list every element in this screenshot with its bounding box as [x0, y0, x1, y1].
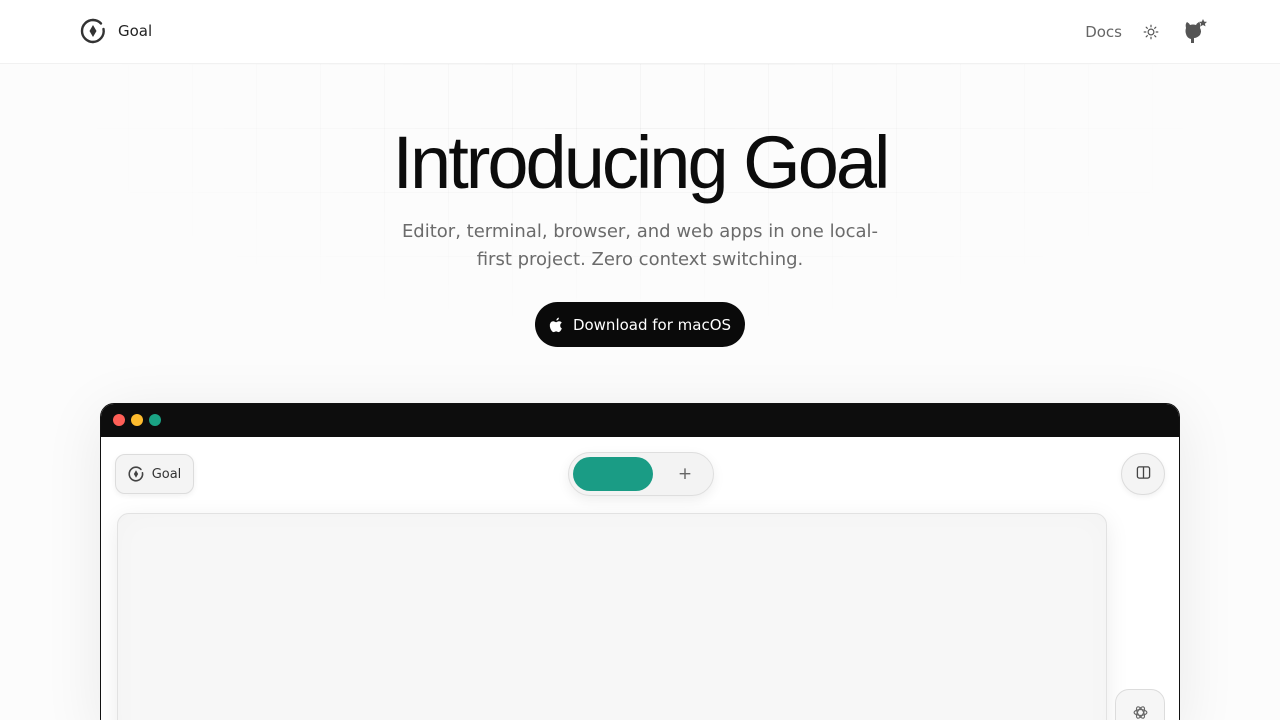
- hero-subtitle: Editor, terminal, browser, and web apps …: [401, 221, 879, 270]
- brand[interactable]: Goal: [80, 18, 152, 44]
- brand-name: Goal: [118, 22, 153, 40]
- minimize-window-dot[interactable]: [131, 414, 143, 426]
- goal-project-chip[interactable]: Goal: [115, 454, 194, 494]
- app-window-preview: Goal +: [100, 403, 1180, 720]
- hero-title: Introducing Goal: [392, 121, 890, 204]
- nav-actions: Docs: [1085, 16, 1208, 48]
- tab-active[interactable]: [573, 457, 653, 491]
- sun-icon[interactable]: [1140, 21, 1162, 43]
- download-macos-button[interactable]: Download for macOS: [535, 302, 745, 347]
- github-star-icon[interactable]: [1180, 18, 1208, 46]
- sidebar-toggle-icon: [1136, 465, 1151, 484]
- openai-icon: [1132, 704, 1149, 720]
- ai-assistant-button[interactable]: [1115, 689, 1165, 720]
- top-nav: Goal Docs: [0, 0, 1280, 64]
- content-panel: [117, 513, 1107, 720]
- window-body: Goal +: [101, 437, 1179, 720]
- sidebar-toggle-button[interactable]: [1121, 453, 1165, 495]
- goal-logo-icon: [80, 18, 106, 44]
- maximize-window-dot[interactable]: [149, 414, 161, 426]
- goal-logo-icon: [128, 466, 144, 482]
- goal-chip-label: Goal: [151, 466, 182, 482]
- download-button-label: Download for macOS: [572, 315, 732, 334]
- close-window-dot[interactable]: [113, 414, 125, 426]
- apple-icon: [549, 317, 563, 333]
- docs-link[interactable]: Docs: [1085, 23, 1122, 41]
- tab-bar: +: [568, 452, 714, 496]
- window-titlebar: [101, 404, 1179, 437]
- add-tab-button[interactable]: +: [669, 459, 701, 489]
